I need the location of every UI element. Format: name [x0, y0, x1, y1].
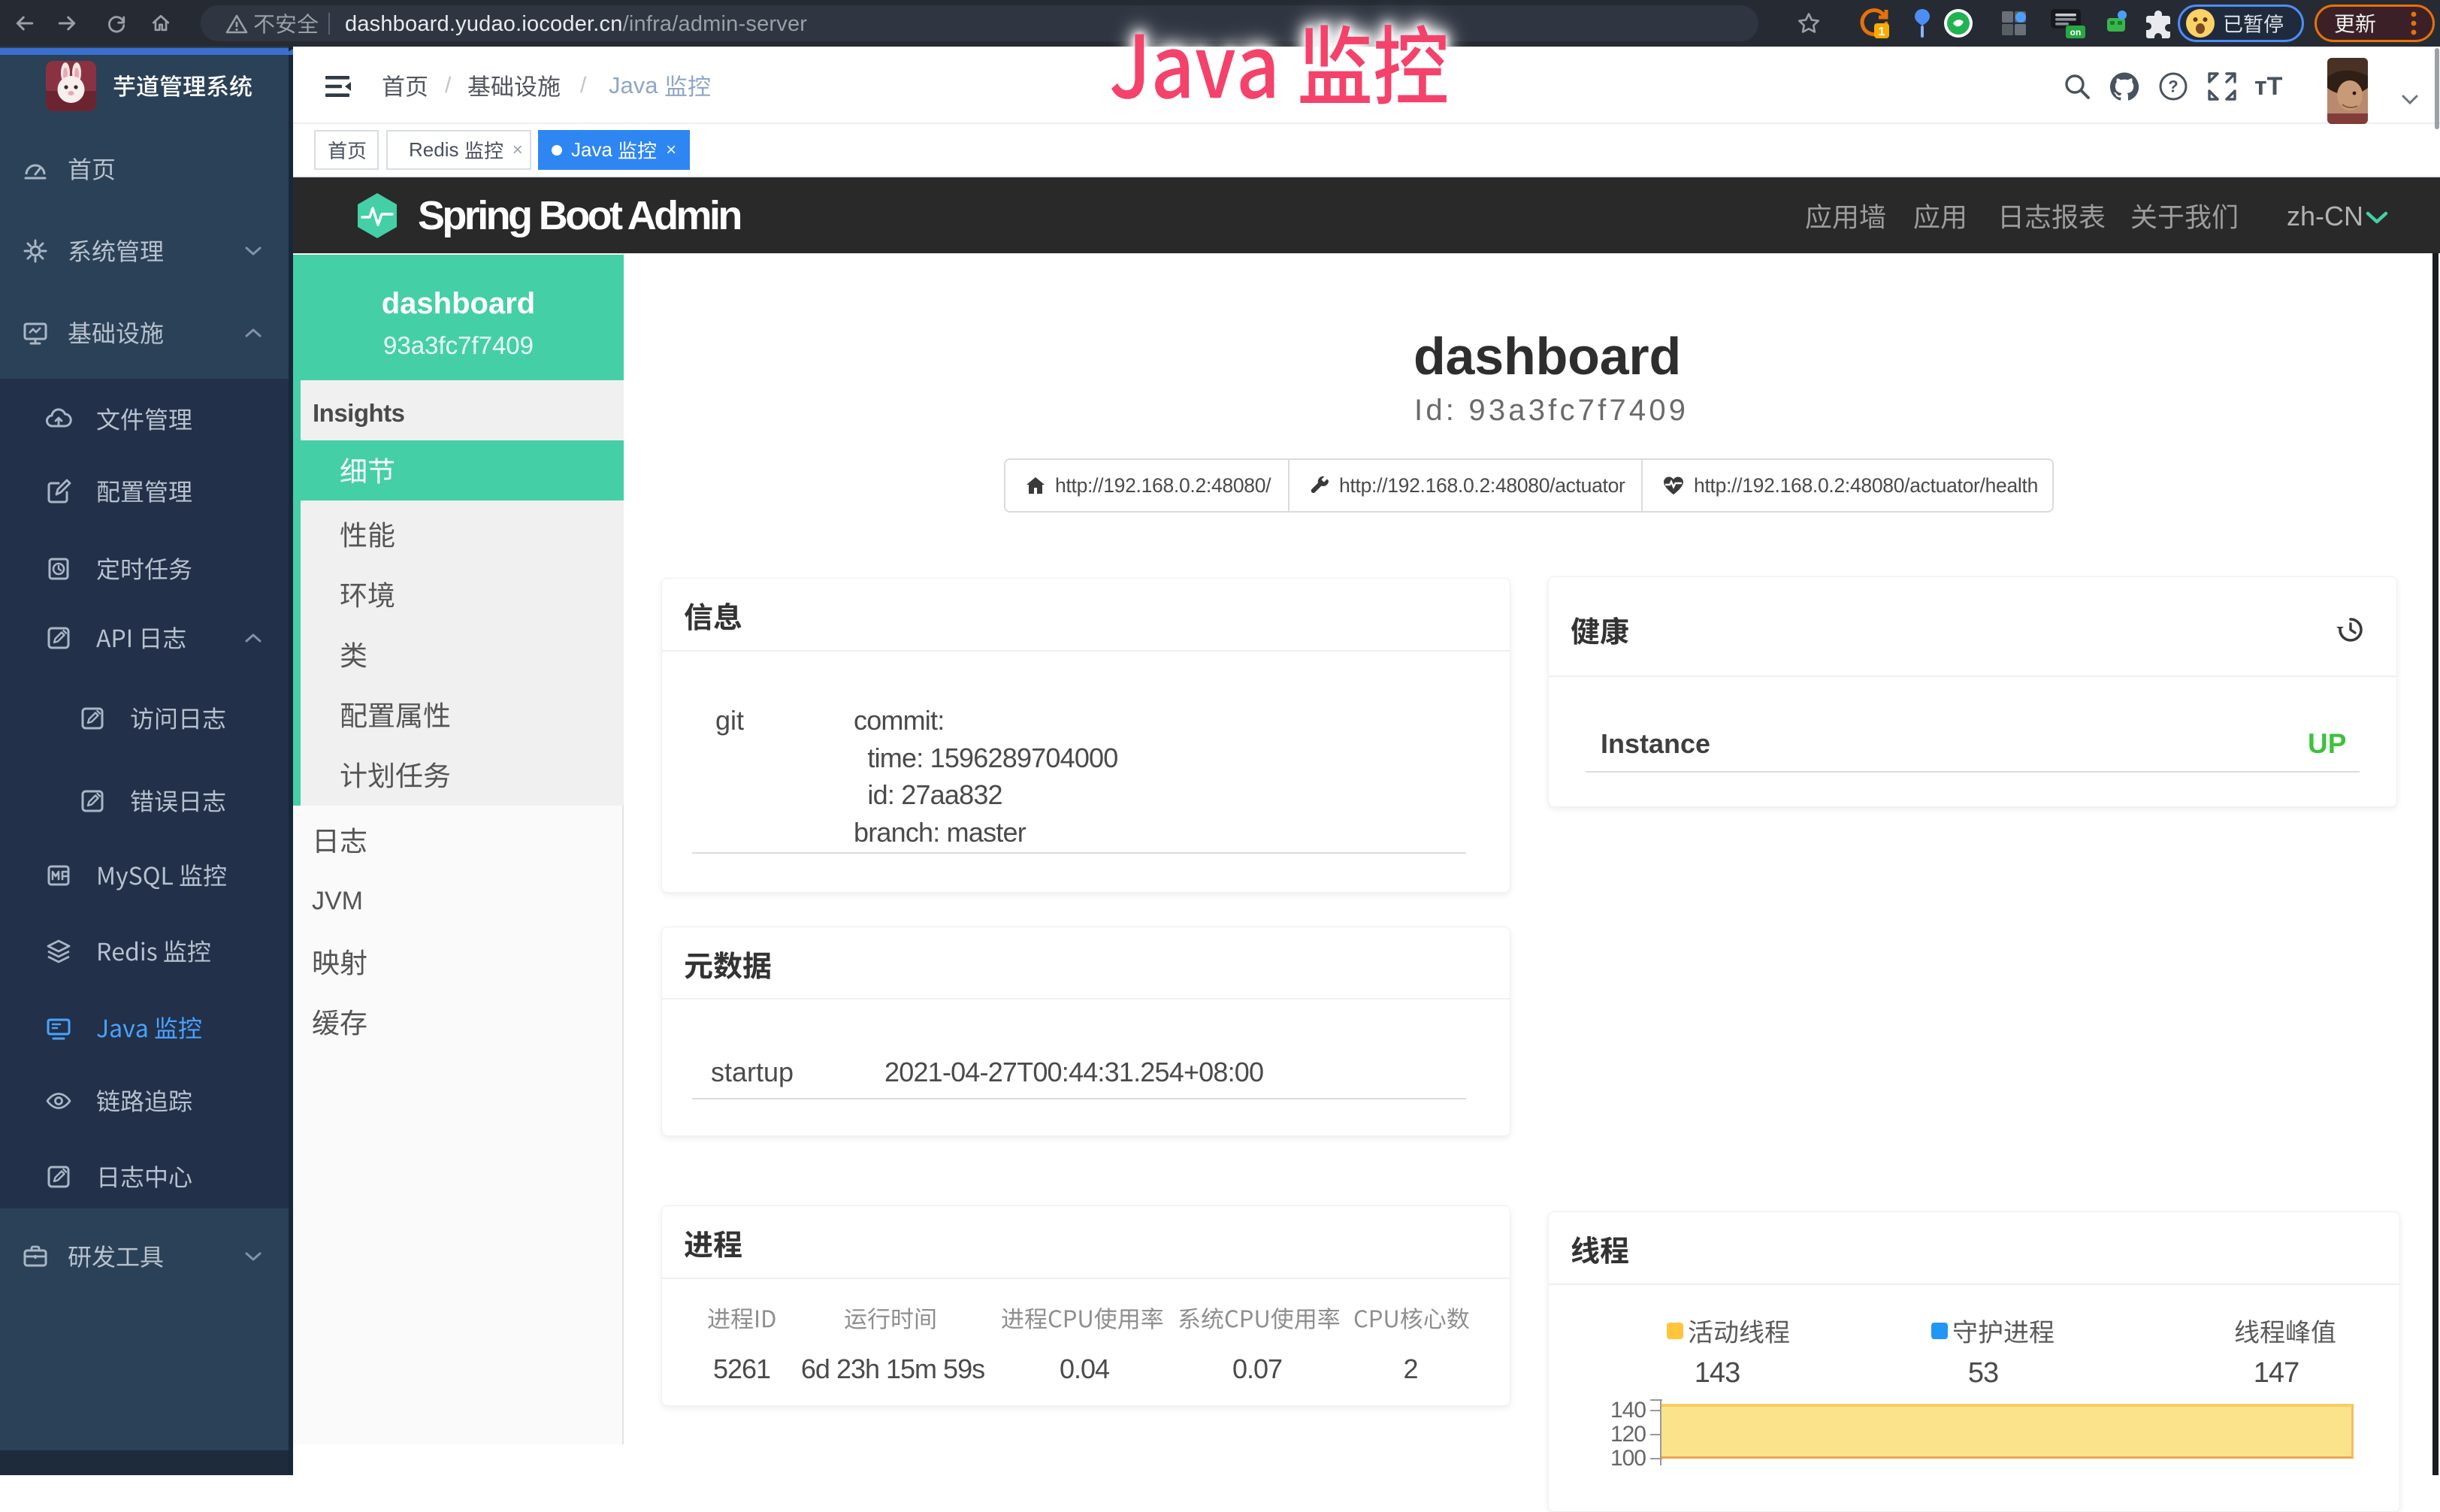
svg-text:on: on — [2070, 27, 2082, 38]
svg-text:?: ? — [2168, 77, 2178, 96]
svg-text:1: 1 — [1879, 26, 1885, 38]
